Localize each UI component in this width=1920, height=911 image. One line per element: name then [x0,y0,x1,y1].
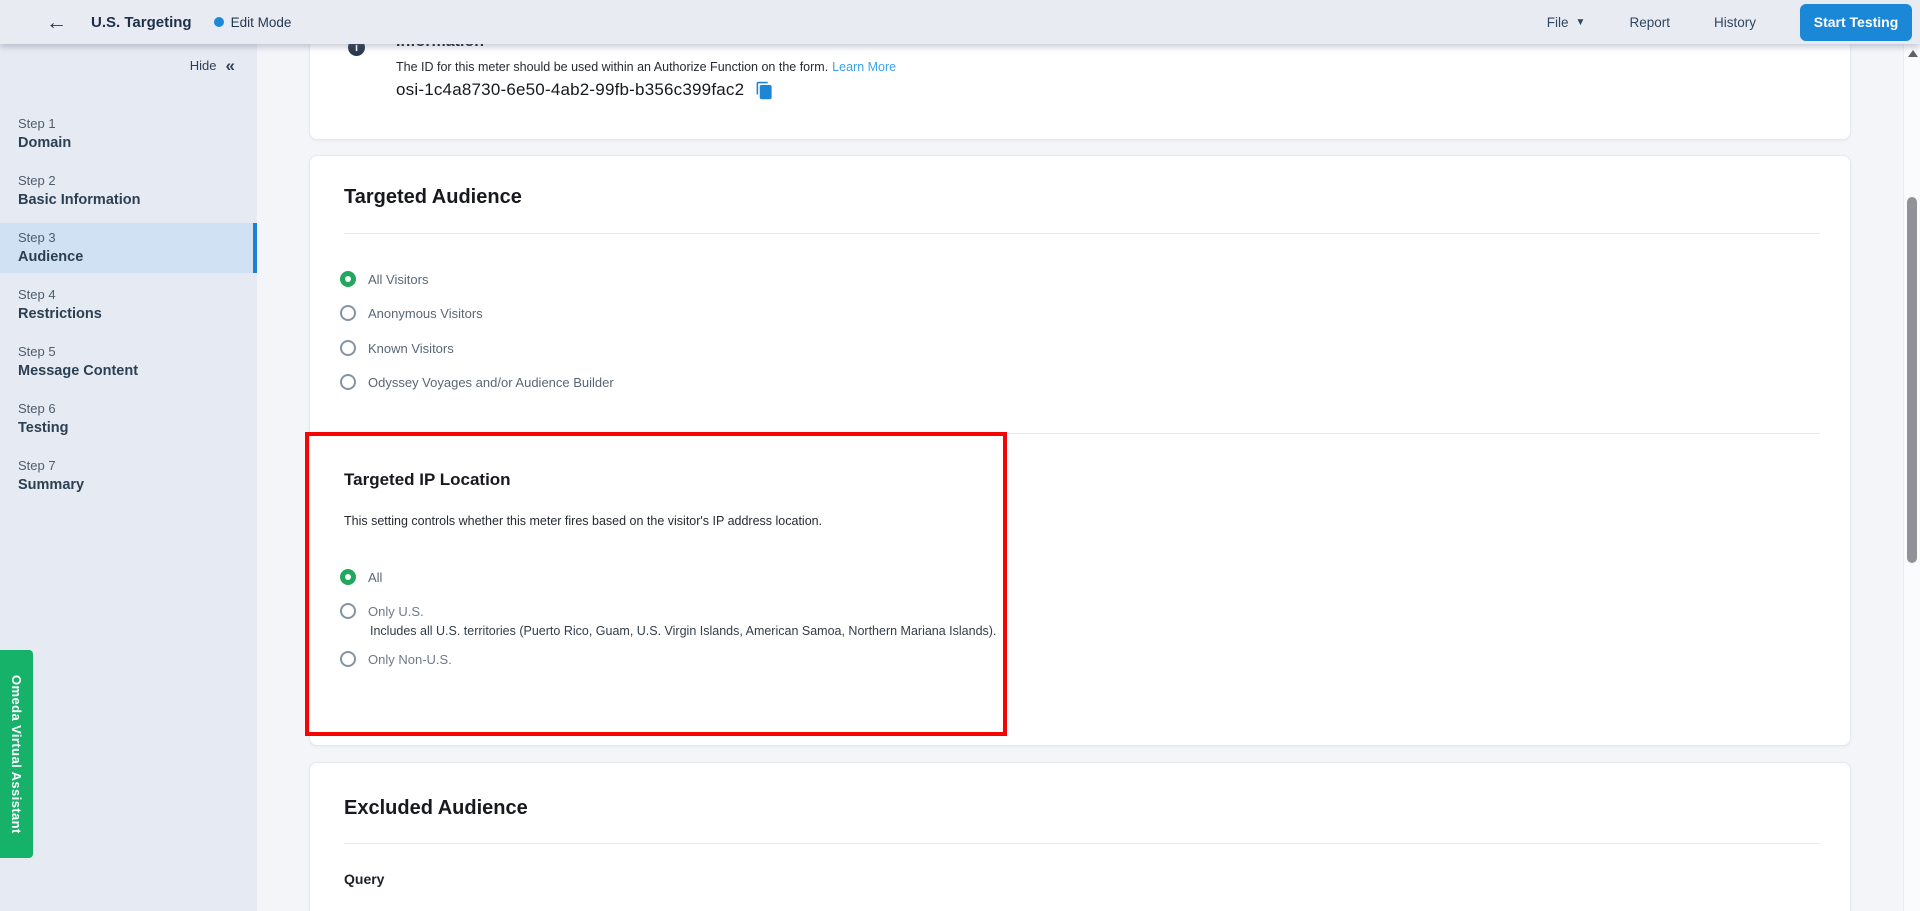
information-description: The ID for this meter should be used wit… [396,60,896,74]
file-menu[interactable]: File ▼ [1547,15,1586,30]
vertical-scrollbar[interactable] [1903,44,1920,911]
excluded-audience-heading: Excluded Audience [344,797,528,820]
information-description-text: The ID for this meter should be used wit… [396,60,828,74]
sidebar-item-testing[interactable]: Step 6 Testing [0,394,257,444]
radio-icon[interactable] [340,651,356,667]
scrollbar-thumb[interactable] [1907,197,1917,563]
targeted-ip-heading: Targeted IP Location [344,470,511,490]
divider [344,433,1820,434]
radio-option-only-non-us[interactable]: Only Non-U.S. [340,649,452,669]
step-number: Step 5 [18,344,257,359]
copy-icon[interactable] [755,81,774,100]
step-label: Restrictions [18,306,257,322]
step-number: Step 4 [18,287,257,302]
radio-option-label: Known Visitors [368,341,454,356]
radio-selected-icon[interactable] [340,569,356,585]
radio-option-label: Odyssey Voyages and/or Audience Builder [368,375,614,390]
radio-option-known-visitors[interactable]: Known Visitors [340,338,454,358]
top-bar: ← U.S. Targeting Edit Mode File ▼ Report… [0,0,1920,44]
main-content: i Information The ID for this meter shou… [257,0,1903,911]
radio-icon[interactable] [340,603,356,619]
sidebar-item-audience[interactable]: Step 3 Audience [0,223,257,273]
radio-selected-icon[interactable] [340,271,356,287]
hide-sidebar-button[interactable]: Hide « [0,44,257,74]
step-label: Summary [18,477,257,493]
step-number: Step 1 [18,116,257,131]
hide-label: Hide [190,58,217,73]
targeted-audience-heading: Targeted Audience [344,186,522,209]
collapse-double-chevron-icon: « [226,57,235,74]
step-label: Message Content [18,363,257,379]
steps-list: Step 1 Domain Step 2 Basic Information S… [0,109,257,501]
start-testing-button[interactable]: Start Testing [1800,4,1912,41]
sidebar-item-message-content[interactable]: Step 5 Message Content [0,337,257,387]
only-us-note: Includes all U.S. territories (Puerto Ri… [370,624,996,638]
edit-mode-label: Edit Mode [231,15,292,30]
step-number: Step 6 [18,401,257,416]
report-menu[interactable]: Report [1629,15,1670,30]
radio-option-odyssey-voyages[interactable]: Odyssey Voyages and/or Audience Builder [340,372,614,392]
radio-option-label: Only Non-U.S. [368,652,452,667]
radio-option-label: All Visitors [368,272,428,287]
targeted-ip-description: This setting controls whether this meter… [344,514,822,528]
meter-id-value: osi-1c4a8730-6e50-4ab2-99fb-b356c399fac2 [396,80,744,100]
radio-icon[interactable] [340,305,356,321]
targeted-audience-card: Targeted Audience All Visitors Anonymous… [309,155,1851,746]
history-menu[interactable]: History [1714,15,1756,30]
file-menu-label: File [1547,15,1569,30]
sidebar-item-domain[interactable]: Step 1 Domain [0,109,257,159]
edit-mode-badge: Edit Mode [214,15,292,30]
app-screen: ← U.S. Targeting Edit Mode File ▼ Report… [0,0,1920,911]
radio-option-label: Anonymous Visitors [368,306,483,321]
radio-icon[interactable] [340,340,356,356]
step-label: Domain [18,135,257,151]
scroll-up-arrow-icon[interactable] [1908,50,1918,57]
radio-option-label: All [368,570,382,585]
radio-option-label: Only U.S. [368,604,424,619]
radio-option-only-us[interactable]: Only U.S. [340,601,424,621]
edit-mode-dot-icon [214,17,224,27]
virtual-assistant-tab[interactable]: Omeda Virtual Assistant [0,650,33,858]
divider [344,233,1820,234]
topbar-actions: File ▼ Report History Start Testing [1547,4,1920,41]
sidebar-item-summary[interactable]: Step 7 Summary [0,451,257,501]
divider [344,843,1820,844]
steps-sidebar: Hide « Step 1 Domain Step 2 Basic Inform… [0,44,257,911]
chevron-down-icon: ▼ [1576,17,1586,28]
step-label: Testing [18,420,257,436]
meter-id-row: osi-1c4a8730-6e50-4ab2-99fb-b356c399fac2 [396,80,774,100]
radio-option-anonymous-visitors[interactable]: Anonymous Visitors [340,303,483,323]
radio-option-ip-all[interactable]: All [340,567,382,587]
excluded-audience-card: Excluded Audience Query [309,762,1851,911]
sidebar-item-basic-information[interactable]: Step 2 Basic Information [0,166,257,216]
back-arrow-icon[interactable]: ← [46,12,67,33]
page-title: U.S. Targeting [91,14,192,31]
step-label: Basic Information [18,192,257,208]
sidebar-item-restrictions[interactable]: Step 4 Restrictions [0,280,257,330]
step-number: Step 3 [18,230,253,245]
query-label: Query [344,871,384,887]
learn-more-link[interactable]: Learn More [832,60,896,74]
step-label: Audience [18,249,253,265]
step-number: Step 2 [18,173,257,188]
radio-icon[interactable] [340,374,356,390]
virtual-assistant-label: Omeda Virtual Assistant [9,675,24,834]
radio-option-all-visitors[interactable]: All Visitors [340,269,428,289]
step-number: Step 7 [18,458,257,473]
